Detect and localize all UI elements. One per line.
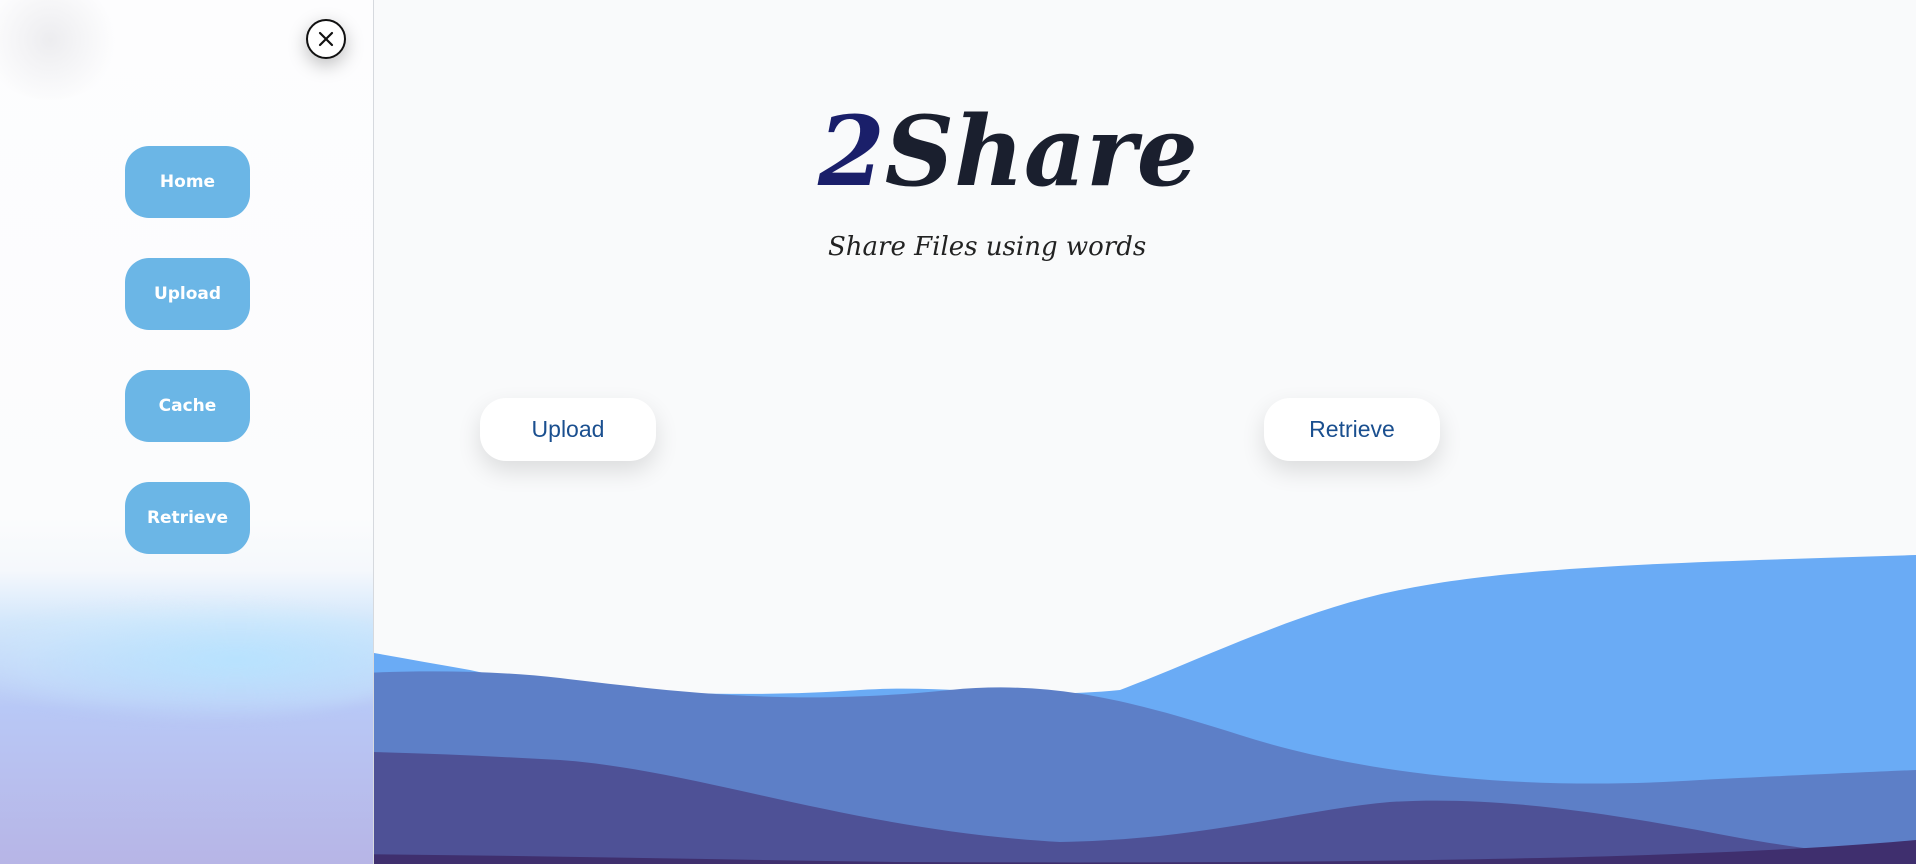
sidebar-item-upload[interactable]: Upload — [125, 258, 250, 330]
brand-name: Share — [884, 95, 1198, 208]
sidebar-item-cache[interactable]: Cache — [125, 370, 250, 442]
sidebar-nav: Home Upload Cache Retrieve — [125, 146, 250, 594]
sidebar-glow-bottom — [0, 600, 373, 720]
sidebar-glow-top — [0, 0, 120, 100]
upload-button[interactable]: Upload — [480, 398, 656, 461]
retrieve-button[interactable]: Retrieve — [1264, 398, 1440, 461]
sidebar-item-home[interactable]: Home — [125, 146, 250, 218]
brand-logo: 2Share — [818, 92, 1198, 212]
brand-digit: 2 — [818, 95, 885, 208]
app-page: Home Upload Cache Retrieve 2Share Share … — [0, 0, 1916, 864]
sidebar-item-retrieve[interactable]: Retrieve — [125, 482, 250, 554]
close-x-icon — [318, 31, 334, 47]
tagline: Share Files using words — [828, 232, 1147, 262]
sidebar: Home Upload Cache Retrieve — [0, 0, 374, 864]
close-sidebar-button[interactable] — [306, 19, 346, 59]
